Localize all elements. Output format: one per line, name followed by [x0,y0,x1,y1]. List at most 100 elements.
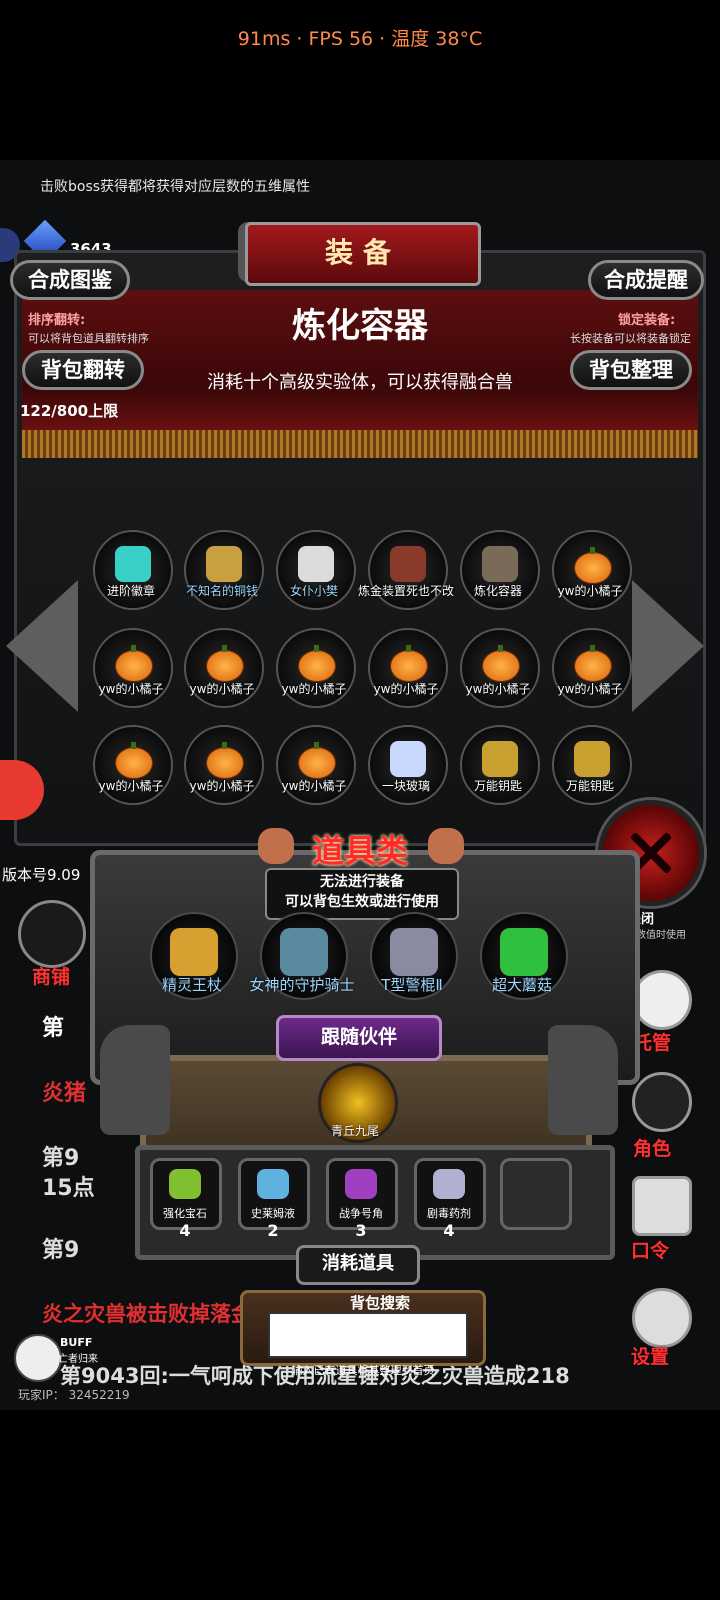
code-label: 口令 [630,1240,669,1262]
companion-title: 跟随伙伴 [276,1015,442,1061]
selected-item-name: 炼化容器 [292,306,428,346]
equipment-title: 装备 [245,222,481,286]
bag-flip-button[interactable]: 背包翻转 [22,350,144,390]
inventory-item-label: yw的小橘子 [98,779,164,793]
log-line: 第9 [42,1146,80,1171]
container-icon [482,546,518,582]
slime-potion-icon [257,1169,289,1199]
pumpkin-icon [115,742,153,779]
inventory-item-label: yw的小橘子 [189,779,255,793]
version-label: 版本号9.09 [2,866,81,884]
consumable-label: 史莱姆液 [251,1207,295,1220]
lock-desc: 长按装备可以将装备锁定 [570,332,691,345]
gem-icon [169,1169,201,1199]
synthesis-book-button[interactable]: 合成图鉴 [10,260,130,300]
shop-label: 商铺 [31,966,70,988]
crystal-star-icon [115,546,151,582]
inventory-item-label: yw的小橘子 [373,682,439,696]
pumpkin-icon [482,645,520,682]
log-line: 15点 [42,1176,95,1201]
key-icon [574,741,610,777]
settings-label: 设置 [630,1346,669,1368]
gear-icon[interactable] [632,1288,692,1348]
banner-fringe [22,430,698,458]
log-line: 第9 [42,1238,80,1263]
inventory-item-label: 炼化容器 [473,584,522,598]
bag-search-hint: 输入已有道具将其整理到首页 [291,1364,435,1377]
inventory-item-label: 万能钥匙 [565,779,614,793]
game-hint-text: 击败boss获得都将获得对应层数的五维属性 [40,179,311,195]
money-bag-right-icon [428,828,464,864]
bag-sort-button[interactable]: 背包整理 [570,350,692,390]
consumable-count: 4 [443,1221,455,1240]
pumpkin-icon [574,547,612,584]
status-bar-text: 91ms · FPS 56 · 温度 38°C [237,28,483,50]
item-label: 超大蘑菇 [491,976,552,994]
consumable-label: 战争号角 [339,1207,383,1220]
consumable-label: 强化宝石 [163,1207,207,1220]
selected-item-description: 消耗十个高级实验体，可以获得融合兽 [207,372,513,393]
money-bag-left-icon [258,828,294,864]
inventory-item-label: yw的小橘子 [557,584,623,598]
inventory-item-label: yw的小橘子 [281,779,347,793]
pumpkin-icon [390,645,428,682]
pumpkin-icon [298,742,336,779]
empty-consumable-slot[interactable] [500,1158,572,1230]
items-note-line1: 无法进行装备 [320,874,404,890]
inventory-item-label: yw的小橘子 [465,682,531,696]
war-horn-icon [345,1169,377,1199]
bag-capacity: 122/800上限 [20,402,119,420]
items-popup-title: 道具类 [311,832,408,870]
shop-icon[interactable] [18,900,86,968]
synthesis-remind-button[interactable]: 合成提醒 [588,260,704,300]
dragon-right-icon [548,1025,618,1135]
lock-label: 锁定装备: [618,313,676,328]
buff-sub-label: 亡者归来 [58,1354,98,1365]
next-page-arrow-icon[interactable] [632,580,704,712]
coin-icon [206,546,242,582]
pumpkin-icon [574,645,612,682]
alchemy-device-icon [390,546,426,582]
bag-search-title: 背包搜索 [349,1294,410,1312]
pumpkin-icon [206,742,244,779]
log-line: 第 [42,1016,65,1041]
consumables-title: 消耗道具 [296,1245,420,1285]
maid-icon [298,546,334,582]
inventory-item-label: yw的小橘子 [189,682,255,696]
dragon-left-icon [100,1025,170,1135]
mushroom-icon [500,928,548,976]
code-scroll-icon[interactable] [632,1176,692,1236]
bag-search-input[interactable] [268,1312,468,1358]
inventory-item-label: 炼金装置死也不改 [357,584,454,598]
inventory-item-label: yw的小橘子 [557,682,623,696]
player-ip: 玩家IP： 32452219 [18,1388,130,1402]
buff-skull-icon[interactable] [14,1334,62,1382]
poison-icon [433,1169,465,1199]
consumable-count: 2 [267,1221,279,1240]
inventory-item-label: 万能钥匙 [473,779,522,793]
inventory-item-label: 不知名的铜钱 [185,584,258,598]
bottom-black-area [0,1410,720,1600]
sort-flip-label: 排序翻转: [28,313,86,328]
inventory-item-label: 一块玻璃 [381,779,430,793]
items-note-line2: 可以背包生效或进行使用 [285,894,439,910]
scepter-icon [170,928,218,976]
sort-flip-desc: 可以将背包道具翻转排序 [28,332,149,345]
companion-name: 青丘九尾 [330,1124,379,1138]
pumpkin-icon [115,645,153,682]
role-label: 角色 [632,1138,671,1160]
consumable-count: 3 [355,1221,367,1240]
consumable-label: 剧毒药剂 [427,1207,471,1220]
role-hood-icon[interactable] [632,1072,692,1132]
inventory-item-label: 进阶徽章 [106,584,155,598]
log-line: 炎猪 [42,1081,87,1106]
knight-icon [280,928,328,976]
inventory-item-label: 女仆小樊 [289,584,338,598]
pumpkin-icon [206,645,244,682]
baton-icon [390,928,438,976]
glass-icon [390,741,426,777]
pumpkin-icon [298,645,336,682]
key-icon [482,741,518,777]
previous-page-arrow-icon[interactable] [6,580,78,712]
dice-icon[interactable] [632,970,692,1030]
